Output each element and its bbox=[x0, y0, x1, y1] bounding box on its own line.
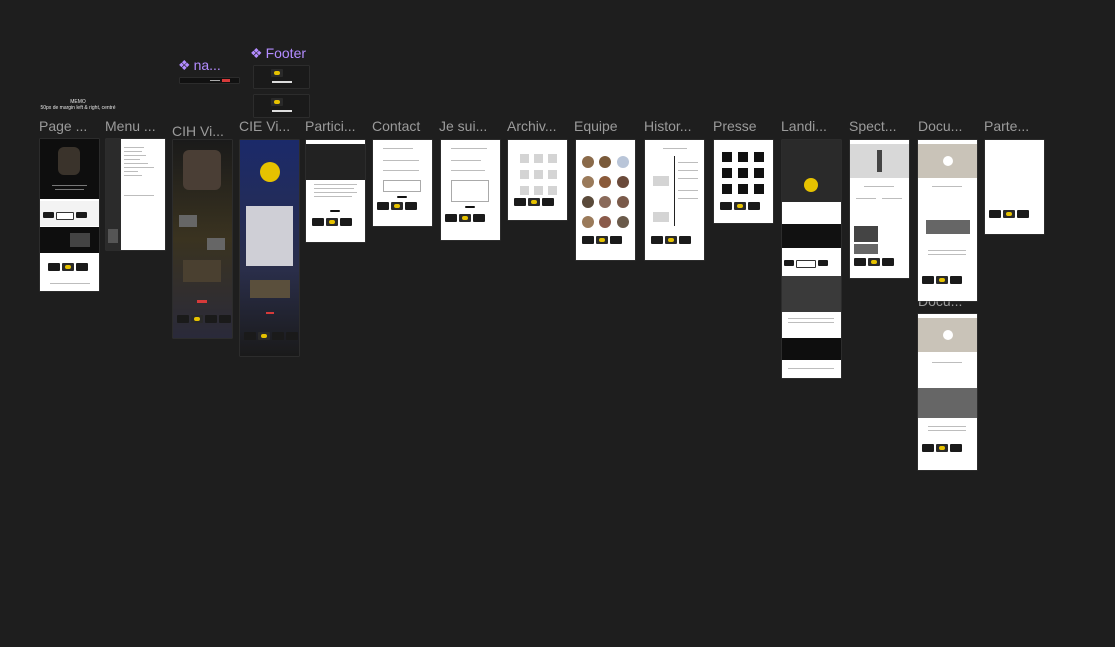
frame-jesui[interactable] bbox=[441, 140, 500, 240]
frame-docu[interactable] bbox=[918, 140, 977, 301]
frame-equipe[interactable] bbox=[576, 140, 635, 260]
frame-label-menu[interactable]: Menu ... bbox=[105, 118, 156, 134]
frame-contact[interactable] bbox=[373, 140, 432, 226]
frame-spect[interactable] bbox=[850, 140, 909, 278]
component-na-frame[interactable] bbox=[180, 78, 239, 83]
frame-cie[interactable] bbox=[240, 140, 299, 356]
frame-label-histor[interactable]: Histor... bbox=[644, 118, 691, 134]
frame-landi[interactable] bbox=[782, 140, 841, 378]
frame-parte[interactable] bbox=[985, 140, 1044, 234]
frame-histor[interactable] bbox=[645, 140, 704, 260]
frame-label-page[interactable]: Page ... bbox=[39, 118, 87, 134]
frame-label-cih[interactable]: CIH Vi... bbox=[172, 123, 224, 139]
component-icon: ❖ bbox=[178, 57, 191, 73]
frame-label-landi[interactable]: Landi... bbox=[781, 118, 827, 134]
frame-label-contact[interactable]: Contact bbox=[372, 118, 420, 134]
frame-label-cie[interactable]: CIE Vi... bbox=[239, 118, 290, 134]
component-icon: ❖ bbox=[250, 45, 263, 61]
frame-docu-2[interactable] bbox=[918, 314, 977, 470]
design-canvas[interactable]: MEMO 50px de margin left & right, centré… bbox=[0, 0, 1115, 647]
frame-label-jesui[interactable]: Je sui... bbox=[439, 118, 487, 134]
frame-label-presse[interactable]: Presse bbox=[713, 118, 757, 134]
memo-text: 50px de margin left & right, centré bbox=[40, 105, 116, 111]
frame-archiv[interactable] bbox=[508, 140, 567, 220]
component-label-na[interactable]: ❖ na... bbox=[178, 57, 221, 74]
frame-partici[interactable] bbox=[306, 140, 365, 242]
frame-label-partici[interactable]: Partici... bbox=[305, 118, 356, 134]
component-footer-frame[interactable] bbox=[254, 66, 309, 88]
frame-label-equipe[interactable]: Equipe bbox=[574, 118, 618, 134]
component-footer-variant[interactable] bbox=[254, 95, 309, 117]
component-label-footer[interactable]: ❖ Footer bbox=[250, 45, 306, 62]
frame-cih[interactable] bbox=[173, 140, 232, 338]
frame-presse[interactable] bbox=[714, 140, 773, 223]
frame-label-spect[interactable]: Spect... bbox=[849, 118, 896, 134]
memo-note[interactable]: MEMO 50px de margin left & right, centré bbox=[38, 99, 118, 111]
frame-label-archiv[interactable]: Archiv... bbox=[507, 118, 557, 134]
frame-page[interactable] bbox=[40, 139, 99, 291]
frame-label-docu[interactable]: Docu... bbox=[918, 118, 962, 134]
frame-menu[interactable] bbox=[106, 139, 165, 250]
frame-label-parte[interactable]: Parte... bbox=[984, 118, 1029, 134]
